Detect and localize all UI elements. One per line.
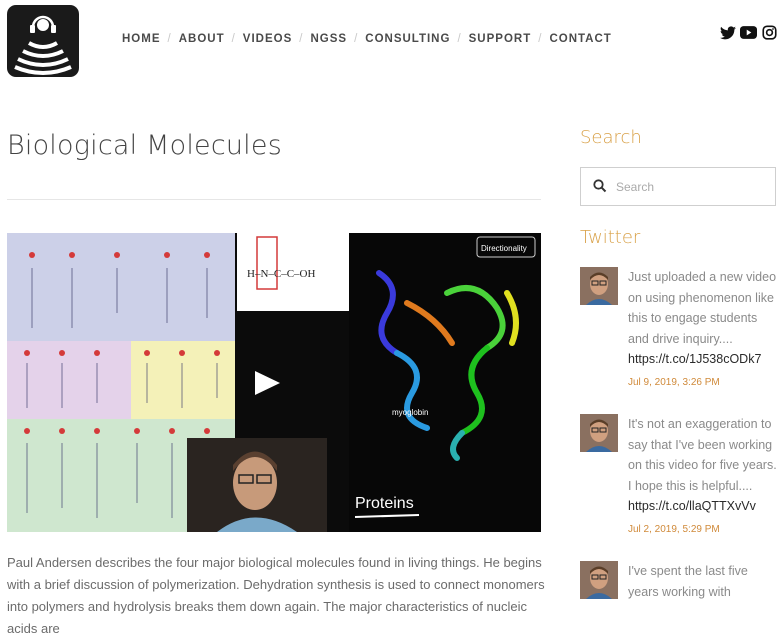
nav-separator: / xyxy=(457,33,462,45)
nav-home[interactable]: HOME xyxy=(122,33,161,45)
nav-separator: / xyxy=(231,33,236,45)
twitter-icon[interactable] xyxy=(719,24,736,41)
title-divider xyxy=(7,199,541,200)
svg-text:H–N–C–C–OH: H–N–C–C–OH xyxy=(247,268,316,280)
twitter-heading: Twitter xyxy=(580,227,641,248)
video-description: Paul Andersen describes the four major b… xyxy=(7,555,545,636)
nav-separator: / xyxy=(354,33,359,45)
nav-ngss[interactable]: NGSS xyxy=(310,33,347,45)
nav-contact[interactable]: CONTACT xyxy=(549,33,611,45)
nav-videos[interactable]: VIDEOS xyxy=(243,33,292,45)
tweet-link[interactable]: https://t.co/llaQTTXvVv xyxy=(628,499,756,513)
page-title: Biological Molecules xyxy=(7,130,282,161)
proteins-caption: Proteins xyxy=(355,495,414,512)
search-box xyxy=(580,167,776,206)
avatar[interactable] xyxy=(580,414,618,452)
nav-support[interactable]: SUPPORT xyxy=(469,33,532,45)
avatar[interactable] xyxy=(580,267,618,305)
tweet-body: Just uploaded a new video on using pheno… xyxy=(628,267,778,396)
tweet-text: I've spent the last five years working w… xyxy=(628,564,748,599)
nav-separator: / xyxy=(167,33,172,45)
tweet-text: It's not an exaggeration to say that I'v… xyxy=(628,417,777,493)
tweet-date[interactable]: Jul 9, 2019, 3:26 PM xyxy=(628,370,778,396)
tweet-body: It's not an exaggeration to say that I'v… xyxy=(628,414,778,543)
site-logo[interactable] xyxy=(7,5,79,77)
tweet-link[interactable]: https://t.co/1J538cODk7 xyxy=(628,352,761,366)
play-button[interactable] xyxy=(255,371,280,395)
nav-consulting[interactable]: CONSULTING xyxy=(365,33,450,45)
instagram-icon[interactable] xyxy=(761,24,778,41)
search-icon xyxy=(593,179,607,193)
social-links xyxy=(719,24,778,41)
myoglobin-label: myoglobin xyxy=(392,408,428,417)
youtube-icon[interactable] xyxy=(740,24,757,41)
search-heading: Search xyxy=(580,127,642,148)
tweet-text: Just uploaded a new video on using pheno… xyxy=(628,270,777,346)
directionality-label: Directionality xyxy=(481,244,527,253)
nav-separator: / xyxy=(538,33,543,45)
tweet-date[interactable]: Jul 2, 2019, 5:29 PM xyxy=(628,517,778,543)
search-input[interactable] xyxy=(616,168,766,205)
headphones-logo-icon xyxy=(14,15,72,75)
avatar[interactable] xyxy=(580,561,618,599)
main-nav: HOME / ABOUT / VIDEOS / NGSS / CONSULTIN… xyxy=(122,33,612,45)
tweet-body: I've spent the last five years working w… xyxy=(628,561,778,602)
nav-about[interactable]: ABOUT xyxy=(179,33,225,45)
nav-separator: / xyxy=(299,33,304,45)
